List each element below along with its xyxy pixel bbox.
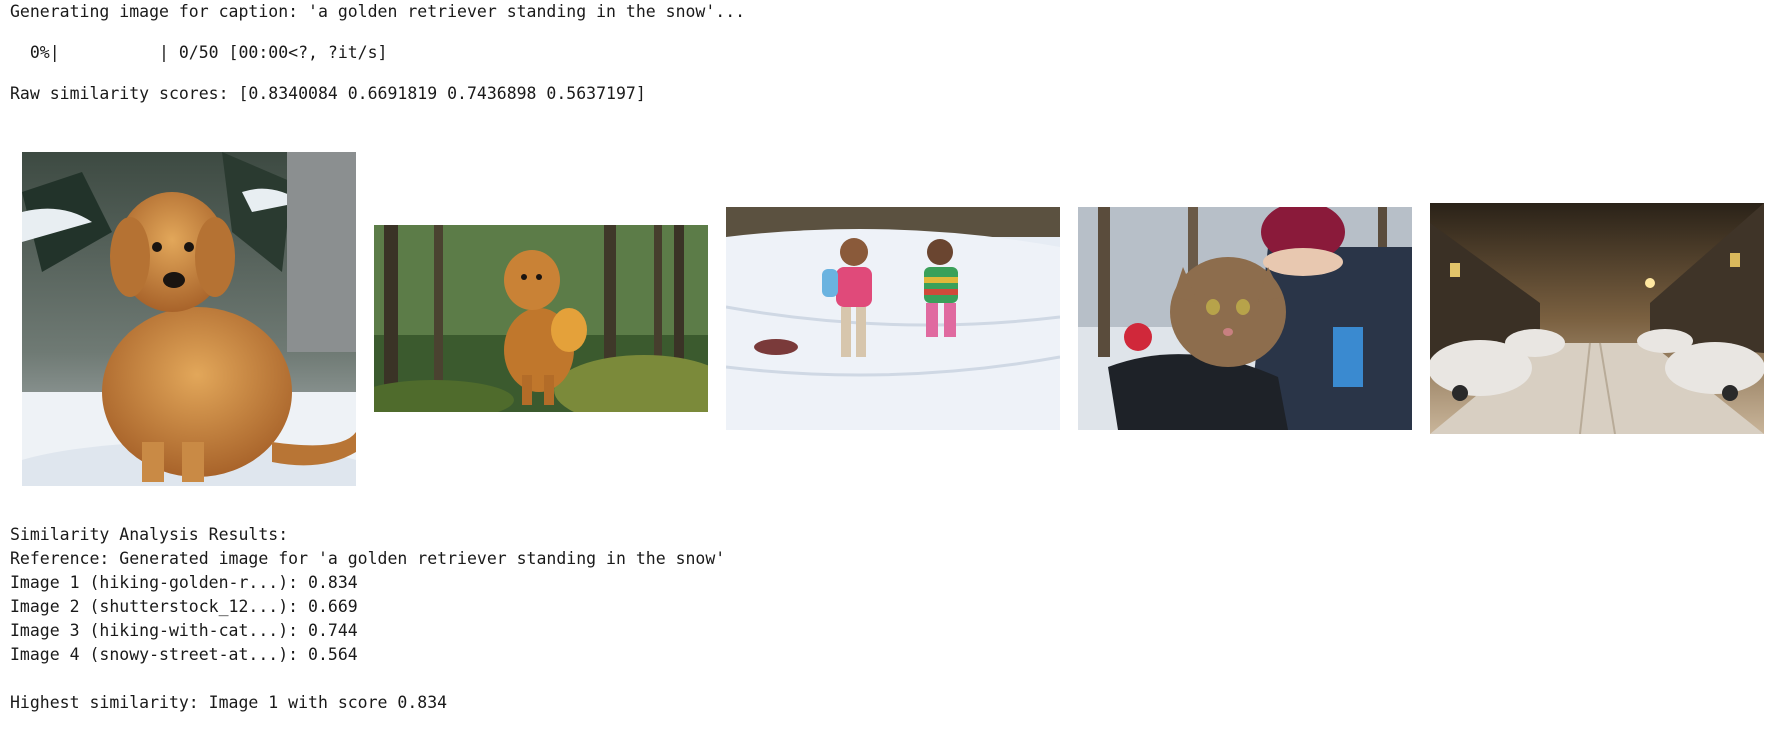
result-line-2: Image 2 (shutterstock_12...): 0.669: [10, 597, 358, 616]
result-line-3: Image 3 (hiking-with-cat...): 0.744: [10, 621, 358, 640]
results-header: Similarity Analysis Results:: [10, 525, 289, 544]
result-line-4: Image 4 (snowy-street-at...): 0.564: [10, 645, 358, 664]
reference-line: Reference: Generated image for 'a golden…: [10, 549, 726, 568]
result-image-2: [726, 207, 1060, 430]
raw-scores-line: Raw similarity scores: [0.8340084 0.6691…: [10, 84, 646, 103]
highest-similarity-line: Highest similarity: Image 1 with score 0…: [10, 693, 448, 712]
result-line-1: Image 1 (hiking-golden-r...): 0.834: [10, 573, 358, 592]
progress-bar-text: 0%| | 0/50 [00:00<?, ?it/s]: [10, 43, 388, 62]
result-image-3: [1078, 207, 1412, 430]
caption-status-line: Generating image for caption: 'a golden …: [10, 2, 746, 21]
result-image-4: [1430, 203, 1764, 434]
generated-reference-image: [22, 152, 356, 486]
result-image-1: [374, 225, 708, 412]
